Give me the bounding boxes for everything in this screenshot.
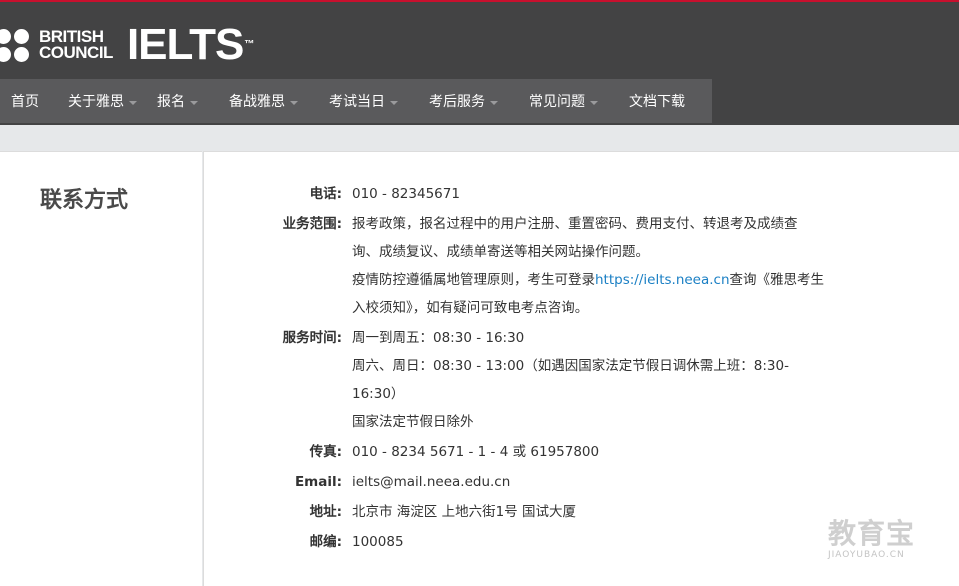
nav-item-home[interactable]: 首页	[0, 79, 57, 123]
jiaoyubao-watermark: 教育宝 JIAOYUBAO.CN	[828, 517, 916, 560]
main-nav: 首页 关于雅思 报名 备战雅思 考试当日 考后服务 常见问题 文档下载	[0, 79, 712, 123]
contact-row-fax: 传真: 010 - 8234 5671 - 1 - 4 或 61957800	[230, 438, 850, 466]
nav-item-after-test[interactable]: 考后服务	[429, 79, 529, 123]
email-value: ielts@mail.neea.edu.cn	[352, 474, 511, 490]
zip-value: 100085	[352, 534, 404, 550]
caret-down-icon	[190, 100, 198, 105]
scope-value: 报考政策，报名过程中的用户注册、重置密码、费用支付、转退考及成绩查 询、成绩复议…	[352, 216, 825, 316]
email-label: Email:	[294, 474, 342, 490]
ielts-wordmark: IELTS™	[126, 20, 254, 69]
contact-row-hours: 服务时间: 周一到周五：08:30 - 16:30 周六、周日：08:30 - …	[230, 324, 850, 436]
address-label: 地址:	[309, 504, 342, 520]
scope-label: 业务范围:	[282, 216, 342, 232]
ielts-neea-link[interactable]: https://ielts.neea.cn	[595, 272, 730, 288]
contact-row-address: 地址: 北京市 海淀区 上地六街1号 国试大厦	[230, 498, 850, 526]
hours-label: 服务时间:	[282, 330, 342, 346]
nav-item-about[interactable]: 关于雅思	[57, 79, 157, 123]
fax-label: 传真:	[309, 444, 342, 460]
contact-row-email: Email: ielts@mail.neea.edu.cn	[230, 468, 850, 496]
brand-logo[interactable]: BRITISH COUNCIL IELTS™	[0, 20, 254, 69]
phone-value: 010 - 82345671	[352, 186, 460, 202]
phone-label: 电话:	[309, 186, 342, 202]
nav-item-downloads[interactable]: 文档下载	[629, 79, 701, 123]
nav-item-test-day[interactable]: 考试当日	[329, 79, 429, 123]
sidebar-panel	[0, 151, 202, 586]
caret-down-icon	[390, 100, 398, 105]
nav-item-prepare[interactable]: 备战雅思	[229, 79, 329, 123]
caret-down-icon	[129, 100, 137, 105]
zip-label: 邮编:	[309, 534, 342, 550]
nav-item-register[interactable]: 报名	[157, 79, 229, 123]
hours-value: 周一到周五：08:30 - 16:30 周六、周日：08:30 - 13:00（…	[352, 330, 789, 430]
contact-row-scope: 业务范围: 报考政策，报名过程中的用户注册、重置密码、费用支付、转退考及成绩查 …	[230, 210, 850, 322]
caret-down-icon	[290, 100, 298, 105]
british-council-wordmark: BRITISH COUNCIL	[39, 27, 113, 62]
contact-row-phone: 电话: 010 - 82345671	[230, 180, 850, 208]
page-title: 联系方式	[40, 188, 129, 213]
nav-item-faq[interactable]: 常见问题	[529, 79, 629, 123]
caret-down-icon	[490, 100, 498, 105]
address-value: 北京市 海淀区 上地六街1号 国试大厦	[352, 504, 576, 520]
british-council-dots-icon	[0, 27, 36, 63]
caret-down-icon	[590, 100, 598, 105]
fax-value: 010 - 8234 5671 - 1 - 4 或 61957800	[352, 444, 600, 460]
contact-row-zip: 邮编: 100085	[230, 528, 850, 556]
